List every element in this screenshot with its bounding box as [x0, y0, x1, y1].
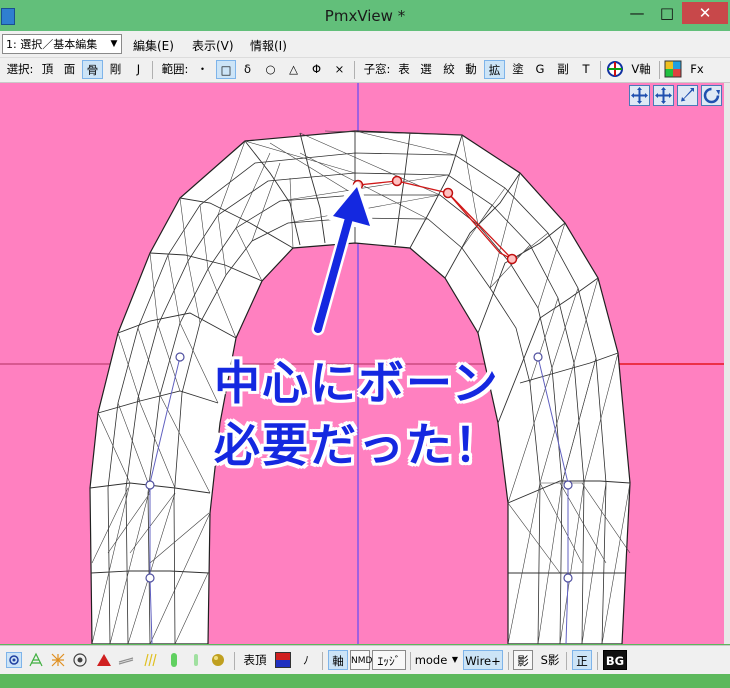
child-move-button[interactable]: 動: [462, 60, 480, 79]
minimize-button[interactable]: —: [622, 2, 652, 24]
status-divider: [410, 652, 411, 670]
child-filter-button[interactable]: 絞: [440, 60, 458, 79]
toolbar: 選択: 頂 面 骨 剛 J 範囲: ・ □ δ ○ △ Φ × 子窓: 表 選 …: [0, 58, 730, 83]
child-group-button[interactable]: G: [531, 60, 549, 79]
close-button[interactable]: ✕: [682, 2, 728, 24]
toolbar-divider: [354, 61, 355, 79]
child-t-button[interactable]: T: [577, 60, 595, 79]
globe-axis-icon[interactable]: [606, 60, 624, 79]
circle-target-icon[interactable]: [72, 652, 88, 668]
range-box-button[interactable]: □: [216, 60, 236, 79]
status-bar: 表頂 ﾉ 軸 NMD ｴｯｼﾞ mode ▼ Wire+ 影 S影 正 BG: [0, 645, 730, 674]
toolbar-divider: [600, 61, 601, 79]
point-mode-icon[interactable]: [6, 652, 22, 668]
window-bottom-edge: [0, 674, 730, 688]
move-view-icon[interactable]: [629, 85, 650, 106]
child-paint-button[interactable]: 塗: [509, 60, 527, 79]
range-triangle-button[interactable]: △: [284, 60, 303, 79]
axis-button[interactable]: 軸: [328, 650, 348, 670]
menu-info[interactable]: 情報(I): [250, 37, 287, 54]
shadow-button[interactable]: 影: [513, 650, 533, 670]
material-ball-icon[interactable]: [210, 652, 226, 668]
toolbar-divider: [152, 61, 153, 79]
mode-select[interactable]: 1: 選択／基本編集 ▼: [2, 34, 122, 54]
select-joint-button[interactable]: J: [130, 60, 147, 79]
select-bone-button[interactable]: 骨: [82, 60, 103, 79]
title-bar: PmxView * — □ ✕: [0, 0, 730, 31]
background-button[interactable]: BG: [603, 650, 627, 670]
window-title: PmxView *: [324, 7, 406, 25]
range-delta-button[interactable]: δ: [239, 60, 256, 79]
viewport-scrollbar[interactable]: [724, 83, 730, 644]
green-capsule-icon[interactable]: [166, 652, 182, 668]
select-face-button[interactable]: 面: [60, 60, 79, 79]
child-select-button[interactable]: 選: [417, 60, 435, 79]
annotation-text-line2: 必要だった！: [214, 418, 502, 472]
range-cross-button[interactable]: ×: [330, 60, 349, 79]
select-vertex-button[interactable]: 頂: [38, 60, 57, 79]
wire-green-icon[interactable]: [28, 652, 44, 668]
status-divider: [508, 652, 509, 670]
grid-color-icon[interactable]: [664, 60, 682, 79]
yellow-wire-icon[interactable]: [142, 652, 158, 668]
child-scale-button[interactable]: 拡: [484, 60, 505, 79]
menu-view[interactable]: 表示(V): [192, 37, 234, 54]
select-label: 選択:: [6, 62, 34, 76]
3d-viewport[interactable]: 中心にボーン 必要だった！: [0, 83, 724, 644]
mode-select-value: 1: 選択／基本編集: [6, 38, 98, 51]
range-circle-button[interactable]: ○: [261, 60, 280, 79]
color-swatch-icon[interactable]: [275, 652, 291, 668]
child-sub-button[interactable]: 副: [554, 60, 572, 79]
child-table-button[interactable]: 表: [395, 60, 413, 79]
status-divider: [234, 652, 235, 670]
chevron-down-icon: ▼: [107, 35, 121, 53]
wire-plus-button[interactable]: Wire+: [463, 650, 503, 670]
gray-wire-icon[interactable]: [118, 652, 134, 668]
status-divider: [597, 652, 598, 670]
range-label: 範囲:: [161, 62, 189, 76]
menu-edit[interactable]: 編集(E): [133, 37, 174, 54]
menu-bar: 1: 選択／基本編集 ▼ 編集(E) 表示(V) 情報(I): [0, 31, 730, 58]
red-triangle-icon[interactable]: [96, 652, 112, 668]
status-divider: [322, 652, 323, 670]
zoom-view-icon[interactable]: [677, 85, 698, 106]
toolbar-divider: [659, 61, 660, 79]
wire-orange-icon[interactable]: [50, 652, 66, 668]
range-phi-button[interactable]: Φ: [307, 60, 326, 79]
child-window-label: 子窓:: [363, 62, 391, 76]
select-rigid-button[interactable]: 剛: [106, 60, 125, 79]
range-point-button[interactable]: ・: [194, 60, 211, 79]
chevron-down-icon[interactable]: ▼: [449, 650, 461, 670]
no-label: ﾉ: [303, 653, 309, 667]
annotation-text-line1: 中心にボーン: [214, 356, 500, 410]
maximize-button[interactable]: □: [652, 2, 682, 24]
nmd-button[interactable]: NMD: [350, 650, 372, 670]
fx-button[interactable]: Fx: [686, 60, 708, 79]
render-mode-button[interactable]: mode: [414, 650, 448, 670]
edge-button[interactable]: ｴｯｼﾞ: [372, 650, 406, 670]
pan-view-icon[interactable]: [653, 85, 674, 106]
self-shadow-button[interactable]: S影: [537, 650, 563, 670]
vertex-display-label: 表頂: [243, 653, 267, 667]
v-axis-button[interactable]: V軸: [626, 60, 656, 79]
status-divider: [566, 652, 567, 670]
rotate-view-icon[interactable]: [701, 85, 722, 106]
green-capsule2-icon[interactable]: [188, 652, 204, 668]
ortho-button[interactable]: 正: [572, 650, 592, 670]
